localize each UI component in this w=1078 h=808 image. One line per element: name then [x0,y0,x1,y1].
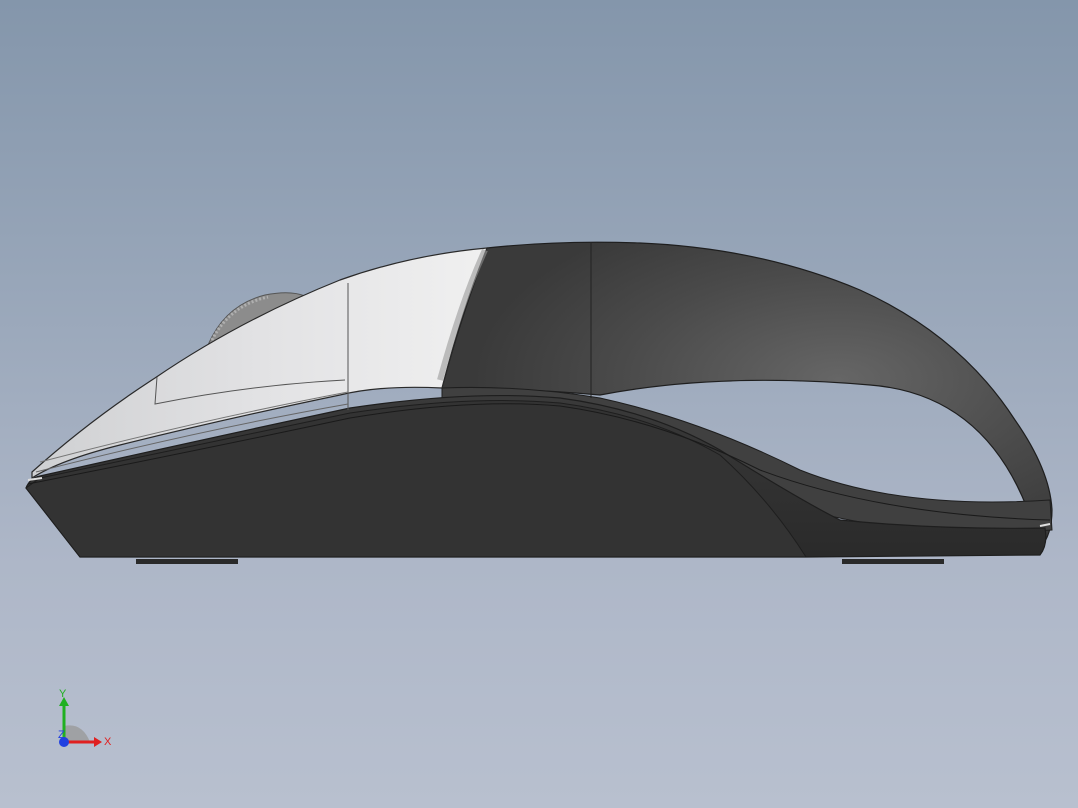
rear-foot [842,559,944,564]
graphics-viewport[interactable]: Y X Z [0,0,1078,808]
x-axis-arrowhead [94,737,102,747]
x-axis-label: X [104,736,112,748]
reference-triad: Y X Z [48,684,128,754]
mouse-model[interactable] [0,0,1078,808]
y-axis-label: Y [59,688,67,700]
z-axis-label: Z [58,729,65,741]
front-foot [136,559,238,564]
